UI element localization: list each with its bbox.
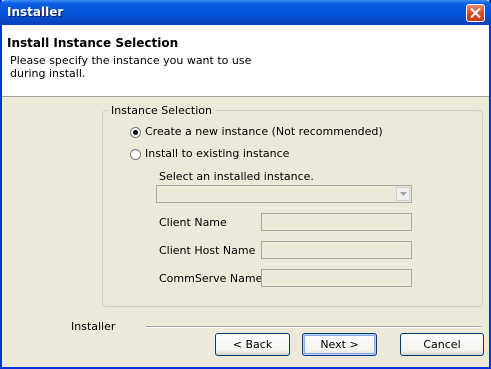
instance-selection-legend: Instance Selection [111, 104, 212, 117]
create-new-instance-radio[interactable] [130, 127, 141, 138]
client-host-name-field[interactable] [261, 241, 412, 259]
close-icon [470, 8, 481, 18]
commserve-name-field[interactable] [261, 269, 412, 287]
window-title: Installer [7, 5, 64, 19]
client-name-label: Client Name [159, 216, 227, 229]
dropdown-button[interactable] [396, 187, 410, 201]
page-title: Install Instance Selection [7, 36, 179, 50]
installer-window: Installer Install Instance Selection Ple… [0, 0, 491, 369]
create-new-instance-label[interactable]: Create a new instance (Not recommended) [145, 125, 383, 138]
footer-divider [146, 326, 481, 328]
install-existing-instance-radio[interactable] [130, 149, 141, 160]
commserve-name-label: CommServe Name [159, 272, 263, 285]
client-name-field[interactable] [261, 213, 412, 231]
install-existing-instance-label[interactable]: Install to existing instance [145, 147, 289, 160]
title-bar[interactable]: Installer [0, 0, 491, 25]
wizard-header: Install Instance Selection Please specif… [2, 25, 489, 97]
close-button[interactable] [466, 4, 485, 22]
chevron-down-icon [400, 192, 407, 196]
installed-instance-select[interactable] [156, 185, 412, 203]
cancel-button[interactable]: Cancel [400, 333, 484, 356]
next-button[interactable]: Next > [302, 333, 377, 356]
select-instance-label: Select an installed instance. [159, 170, 314, 183]
page-subtitle: Please specify the instance you want to … [10, 54, 252, 80]
wizard-content: Instance Selection Create a new instance… [2, 97, 489, 367]
footer-installer-label: Installer [71, 320, 116, 333]
back-button[interactable]: < Back [215, 333, 290, 356]
client-host-name-label: Client Host Name [159, 244, 256, 257]
